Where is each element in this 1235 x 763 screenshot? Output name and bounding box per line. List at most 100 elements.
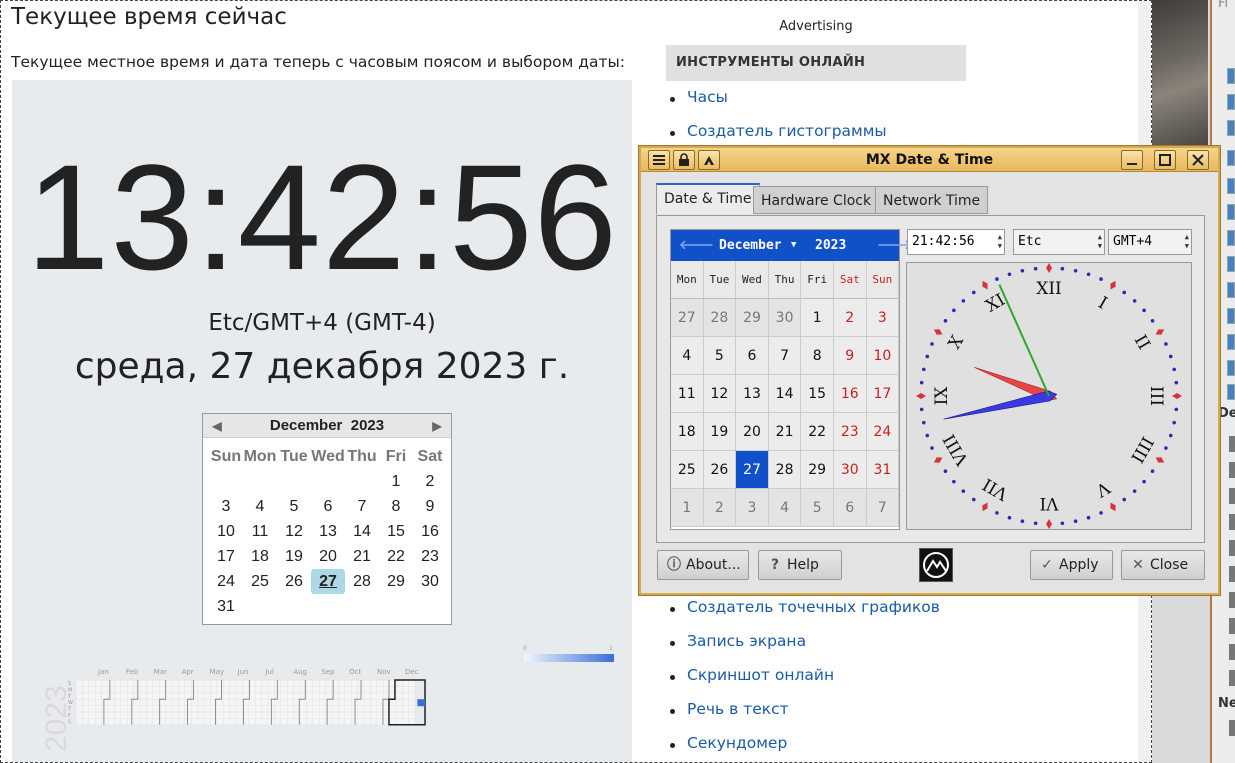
- day-cell[interactable]: 29: [736, 299, 769, 337]
- day-cell[interactable]: 21: [768, 413, 802, 451]
- calendar-widget[interactable]: 🡐 December ▼ 2023 🡒 Mon Tue Wed Thu Fri Sat Su…: [670, 229, 912, 530]
- about-button[interactable]: ⓘ About...: [657, 550, 749, 580]
- maximize-icon[interactable]: [1154, 150, 1176, 170]
- day-cell[interactable]: 7: [866, 489, 900, 527]
- day-cell[interactable]: 31: [866, 451, 900, 489]
- tab-date-time[interactable]: Date & Time: [656, 183, 760, 214]
- day-cell[interactable]: 1: [801, 299, 834, 337]
- zone-select[interactable]: GMT+4 ▲ ▼: [1108, 229, 1192, 255]
- day-cell[interactable]: 22: [379, 544, 413, 569]
- day-cell[interactable]: 25: [243, 569, 277, 594]
- prev-month-icon[interactable]: 🡐: [679, 230, 714, 261]
- close-icon[interactable]: [1187, 150, 1209, 170]
- day-cell[interactable]: 8: [801, 337, 834, 375]
- day-cell[interactable]: 21: [345, 544, 379, 569]
- day-cell[interactable]: 19: [703, 413, 737, 451]
- day-cell[interactable]: 27: [671, 299, 704, 337]
- day-cell[interactable]: 5: [801, 489, 834, 527]
- day-cell[interactable]: 30: [413, 569, 447, 594]
- day-cell[interactable]: 16: [413, 519, 447, 544]
- day-cell[interactable]: 26: [277, 569, 311, 594]
- lock-icon[interactable]: [673, 150, 695, 170]
- day-cell[interactable]: 30: [768, 299, 802, 337]
- day-cell[interactable]: 7: [768, 337, 802, 375]
- prev-month-icon[interactable]: ◀: [207, 414, 227, 438]
- day-cell[interactable]: 20: [736, 413, 769, 451]
- day-cell[interactable]: 4: [768, 489, 802, 527]
- day-cell[interactable]: 1: [379, 469, 413, 494]
- day-cell[interactable]: 15: [379, 519, 413, 544]
- day-cell[interactable]: 11: [243, 519, 277, 544]
- day-cell[interactable]: 6: [833, 489, 867, 527]
- day-cell[interactable]: 9: [833, 337, 867, 375]
- day-cell[interactable]: 2: [833, 299, 867, 337]
- day-cell[interactable]: 24: [866, 413, 900, 451]
- day-cell[interactable]: 23: [833, 413, 867, 451]
- day-cell[interactable]: 12: [703, 375, 737, 413]
- selected-day[interactable]: 27: [736, 451, 769, 489]
- day-cell[interactable]: 13: [311, 519, 345, 544]
- day-cell[interactable]: 5: [277, 494, 311, 519]
- tab-hardware-clock[interactable]: Hardware Clock: [753, 186, 880, 214]
- day-cell[interactable]: 7: [345, 494, 379, 519]
- day-cell[interactable]: 5: [703, 337, 737, 375]
- day-cell[interactable]: 18: [243, 544, 277, 569]
- day-cell[interactable]: 2: [413, 469, 447, 494]
- day-cell[interactable]: 12: [277, 519, 311, 544]
- next-month-icon[interactable]: ▶: [427, 414, 447, 438]
- help-button[interactable]: ? Help: [758, 550, 842, 580]
- day-cell[interactable]: 1: [671, 489, 704, 527]
- day-cell[interactable]: 4: [671, 337, 704, 375]
- day-cell[interactable]: 15: [801, 375, 834, 413]
- apply-button[interactable]: ✓ Apply: [1030, 550, 1113, 580]
- minimize-icon[interactable]: [1121, 150, 1143, 170]
- time-spinbox[interactable]: 21:42:56 ▲ ▼: [907, 229, 1005, 255]
- tool-link-screenshot[interactable]: Скриншот онлайн: [687, 666, 834, 684]
- day-cell[interactable]: 6: [736, 337, 769, 375]
- day-cell[interactable]: 11: [671, 375, 704, 413]
- selected-day[interactable]: 27: [311, 569, 345, 594]
- day-cell[interactable]: 3: [866, 299, 900, 337]
- day-cell[interactable]: 3: [736, 489, 769, 527]
- tool-link-speech-to-text[interactable]: Речь в текст: [687, 700, 789, 718]
- keep-above-icon[interactable]: [698, 150, 720, 170]
- day-cell[interactable]: 29: [801, 451, 834, 489]
- window-menu-icon[interactable]: [648, 150, 670, 170]
- day-cell[interactable]: 29: [379, 569, 413, 594]
- day-cell[interactable]: 14: [345, 519, 379, 544]
- day-cell[interactable]: 17: [866, 375, 900, 413]
- tool-link-scatter[interactable]: Создатель точечных графиков: [687, 598, 940, 616]
- day-cell[interactable]: 25: [671, 451, 704, 489]
- day-cell[interactable]: 6: [311, 494, 345, 519]
- day-cell[interactable]: 10: [866, 337, 900, 375]
- window-titlebar[interactable]: MX Date & Time: [641, 148, 1218, 172]
- calendar-year[interactable]: 2023: [815, 230, 846, 261]
- tab-network-time[interactable]: Network Time: [875, 186, 989, 214]
- spin-down-icon[interactable]: ▼: [998, 242, 1002, 251]
- tool-link-stopwatch[interactable]: Секундомер: [687, 734, 787, 752]
- day-cell[interactable]: 16: [833, 375, 867, 413]
- day-cell[interactable]: 17: [209, 544, 243, 569]
- day-cell[interactable]: 10: [209, 519, 243, 544]
- day-cell[interactable]: 18: [671, 413, 704, 451]
- day-cell[interactable]: 19: [277, 544, 311, 569]
- month-dropdown-icon[interactable]: ▼: [791, 230, 796, 261]
- day-cell[interactable]: 14: [768, 375, 802, 413]
- day-cell[interactable]: 30: [833, 451, 867, 489]
- day-cell[interactable]: 23: [413, 544, 447, 569]
- tool-link-screen-record[interactable]: Запись экрана: [687, 632, 806, 650]
- region-select[interactable]: Etc ▲ ▼: [1013, 229, 1105, 255]
- tool-link-clock[interactable]: Часы: [687, 88, 728, 106]
- day-cell[interactable]: 28: [768, 451, 802, 489]
- calendar-month[interactable]: December: [719, 230, 782, 261]
- day-cell[interactable]: 3: [209, 494, 243, 519]
- spin-up-icon[interactable]: ▲: [998, 233, 1002, 242]
- day-cell[interactable]: 28: [345, 569, 379, 594]
- day-cell[interactable]: 26: [703, 451, 737, 489]
- day-cell[interactable]: 2: [703, 489, 737, 527]
- date-picker[interactable]: ◀ December 2023 ▶ Sun Mon Tue Wed Thu Fri Sat 1…: [202, 413, 452, 625]
- day-cell[interactable]: 31: [209, 594, 243, 619]
- day-cell[interactable]: 8: [379, 494, 413, 519]
- day-cell[interactable]: 28: [703, 299, 737, 337]
- day-cell[interactable]: 9: [413, 494, 447, 519]
